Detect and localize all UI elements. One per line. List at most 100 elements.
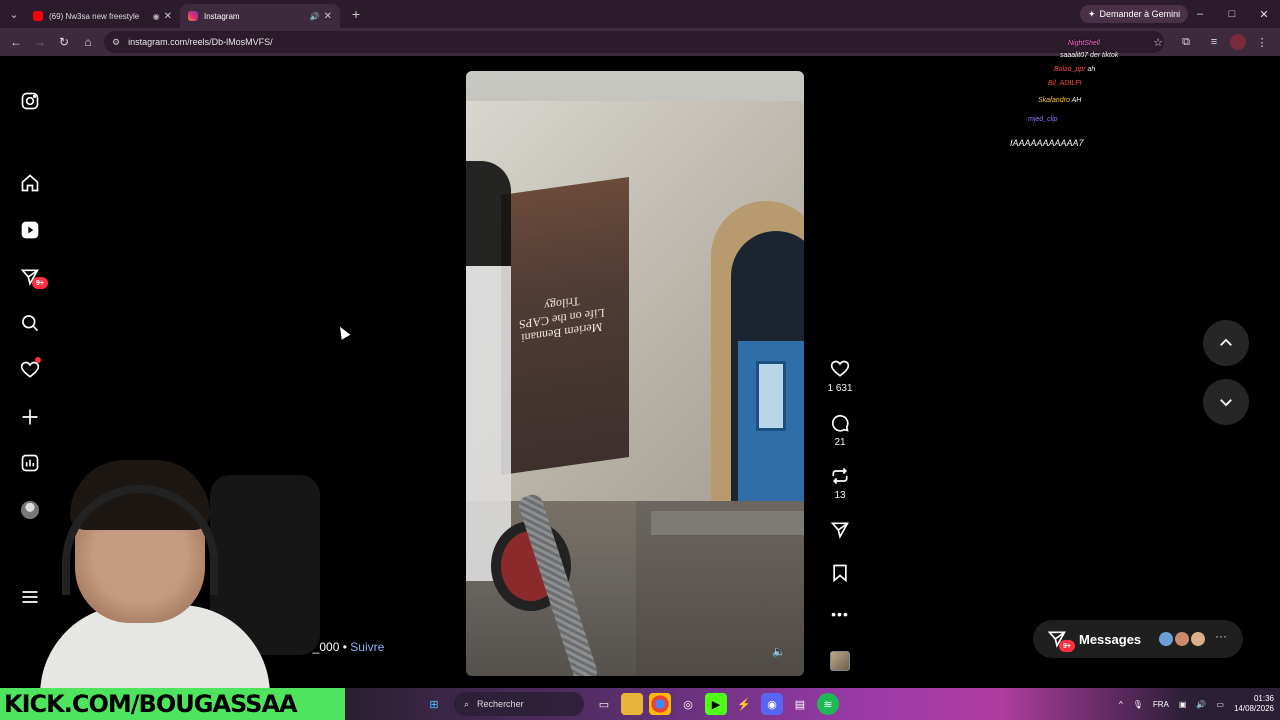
extensions-icon[interactable]: ⧉ bbox=[1174, 30, 1198, 54]
chrome-icon[interactable] bbox=[649, 693, 671, 715]
studio-icon[interactable]: ▤ bbox=[789, 693, 811, 715]
media-controls-icon[interactable]: ≡ bbox=[1202, 30, 1226, 54]
poster-text: Meriem Bennani Life on the CAPS Trilogy bbox=[519, 294, 605, 346]
discord-icon[interactable]: ◉ bbox=[761, 693, 783, 715]
tab-title: (69) Nw3sa new freestyle bbox=[49, 11, 140, 21]
comment-count: 21 bbox=[834, 437, 846, 448]
comment-button[interactable]: 21 bbox=[820, 413, 860, 448]
chat-message: Bil_ADILFI bbox=[1048, 80, 1082, 87]
instagram-favicon-icon bbox=[188, 11, 198, 21]
home-button[interactable]: ⌂ bbox=[76, 30, 100, 54]
save-button[interactable] bbox=[820, 563, 860, 583]
messages-badge: 9+ bbox=[1059, 640, 1075, 652]
repost-count: 13 bbox=[834, 490, 846, 501]
message-avatars bbox=[1157, 630, 1207, 648]
chat-message: mjed_clip bbox=[1028, 116, 1058, 123]
microphone-icon[interactable]: 🎙 bbox=[1133, 700, 1143, 709]
more-options-button[interactable]: ••• bbox=[820, 606, 860, 624]
menu-icon[interactable] bbox=[18, 585, 42, 609]
video-poster: Meriem Bennani Life on the CAPS Trilogy bbox=[501, 177, 629, 475]
create-plus-icon[interactable] bbox=[18, 405, 42, 429]
dashboard-icon[interactable] bbox=[18, 451, 42, 475]
battery-icon[interactable]: ▭ bbox=[1216, 700, 1224, 709]
youtube-favicon-icon bbox=[33, 11, 43, 21]
system-tray: ^ 🎙 FRA ▣ 🔊 ▭ 01:36 14/08/2026 bbox=[1119, 688, 1274, 720]
kick-channel-banner: KICK.COM/BOUGASSAA bbox=[0, 688, 345, 720]
chat-message: Skafandro AH bbox=[1038, 97, 1082, 104]
profile-avatar-button[interactable] bbox=[1230, 34, 1246, 50]
url-text: instagram.com/reels/Db-lMosMVFS/ bbox=[128, 37, 273, 47]
close-tab-icon[interactable]: ✕ bbox=[324, 11, 332, 22]
clock[interactable]: 01:36 14/08/2026 bbox=[1234, 694, 1274, 715]
tab-instagram[interactable]: Instagram 🔊 ✕ bbox=[180, 4, 340, 28]
language-indicator[interactable]: FRA bbox=[1153, 700, 1169, 709]
tab-youtube[interactable]: (69) Nw3sa new freestyle ◉ ✕ bbox=[25, 4, 180, 28]
streamer-webcam bbox=[40, 455, 330, 695]
heart-icon bbox=[830, 360, 850, 377]
chat-message: saaalit07 der tiktok bbox=[1060, 52, 1119, 59]
back-button[interactable]: ← bbox=[4, 30, 28, 54]
instagram-logo-icon[interactable] bbox=[18, 89, 42, 113]
tab-title: Instagram bbox=[204, 11, 240, 21]
share-button[interactable] bbox=[820, 520, 860, 540]
next-reel-button[interactable] bbox=[1203, 379, 1249, 425]
notifications-heart-icon[interactable] bbox=[18, 357, 42, 382]
avatar bbox=[1189, 630, 1207, 648]
url-field[interactable]: ⚙ instagram.com/reels/Db-lMosMVFS/ bbox=[104, 31, 1164, 53]
messenger-badge: 9+ bbox=[32, 277, 48, 289]
video-person bbox=[466, 161, 511, 581]
kick-app-icon[interactable]: ▶ bbox=[705, 693, 727, 715]
volume-icon[interactable]: 🔊 bbox=[1196, 700, 1206, 709]
messages-button[interactable]: 9+ Messages ··· bbox=[1033, 620, 1243, 658]
spotify-icon[interactable]: ≋ bbox=[817, 693, 839, 715]
task-view-icon[interactable]: ▭ bbox=[593, 693, 615, 715]
forward-button[interactable]: → bbox=[28, 30, 52, 54]
follow-button[interactable]: Suivre bbox=[350, 640, 384, 654]
search-placeholder: Rechercher bbox=[477, 699, 524, 709]
file-explorer-icon[interactable] bbox=[621, 693, 643, 715]
close-window-button[interactable]: ✕ bbox=[1248, 0, 1280, 28]
obs-icon[interactable]: ◎ bbox=[677, 693, 699, 715]
browser-menu-icon[interactable]: ⋮ bbox=[1250, 30, 1274, 54]
profile-avatar[interactable] bbox=[18, 498, 42, 522]
site-info-icon[interactable]: ⚙ bbox=[112, 37, 120, 48]
stream-chat-overlay: NightShell saaalit07 der tiktok Bolzo_pp… bbox=[1006, 0, 1176, 152]
like-button[interactable]: 1 631 bbox=[820, 359, 860, 394]
start-icon[interactable]: ⊞ bbox=[423, 693, 445, 715]
mute-toggle-icon[interactable]: 🔈 bbox=[772, 645, 786, 658]
chat-message: Bolzo_ppr ah bbox=[1054, 66, 1096, 73]
chat-message: IAAAAAAAAAAA7 bbox=[1010, 138, 1084, 148]
maximize-button[interactable]: □ bbox=[1216, 0, 1248, 28]
speaker-icon[interactable]: 🔊 bbox=[310, 12, 320, 21]
tray-overflow-icon[interactable]: ^ bbox=[1119, 700, 1123, 709]
messenger-icon[interactable]: 9+ bbox=[18, 265, 48, 289]
home-icon[interactable] bbox=[18, 171, 42, 195]
repost-icon bbox=[832, 467, 848, 485]
new-tab-button[interactable]: + bbox=[346, 6, 366, 22]
taskbar-search[interactable]: ⌕ Rechercher bbox=[454, 692, 584, 716]
share-icon bbox=[830, 522, 849, 539]
previous-reel-button[interactable] bbox=[1203, 320, 1249, 366]
tab-search-button[interactable]: ⌄ bbox=[3, 3, 25, 25]
chevron-down-icon bbox=[1220, 399, 1232, 407]
author-separator: • bbox=[342, 640, 347, 654]
like-count: 1 631 bbox=[827, 383, 853, 394]
audio-thumbnail[interactable] bbox=[830, 651, 850, 671]
window-controls: – □ ✕ bbox=[1184, 0, 1280, 28]
reload-button[interactable]: ↻ bbox=[52, 30, 76, 54]
app-icon[interactable]: ⚡ bbox=[733, 693, 755, 715]
repost-button[interactable]: 13 bbox=[820, 466, 860, 501]
chat-message: NightShell bbox=[1068, 40, 1100, 47]
reels-icon[interactable] bbox=[18, 218, 42, 242]
notification-dot bbox=[35, 357, 41, 363]
profile-avatar-image bbox=[21, 501, 39, 519]
minimize-button[interactable]: – bbox=[1184, 0, 1216, 28]
search-icon[interactable] bbox=[18, 311, 42, 335]
kick-url: KICK.COM/BOUGASSAA bbox=[4, 690, 298, 718]
network-icon[interactable]: ▣ bbox=[1179, 700, 1187, 709]
close-tab-icon[interactable]: ✕ bbox=[164, 11, 172, 22]
more-dots-icon: ••• bbox=[831, 606, 849, 622]
reel-video[interactable]: Meriem Bennani Life on the CAPS Trilogy … bbox=[466, 71, 804, 676]
screen: ⌄ (69) Nw3sa new freestyle ◉ ✕ Instagram… bbox=[0, 0, 1280, 720]
search-icon: ⌕ bbox=[464, 698, 470, 709]
